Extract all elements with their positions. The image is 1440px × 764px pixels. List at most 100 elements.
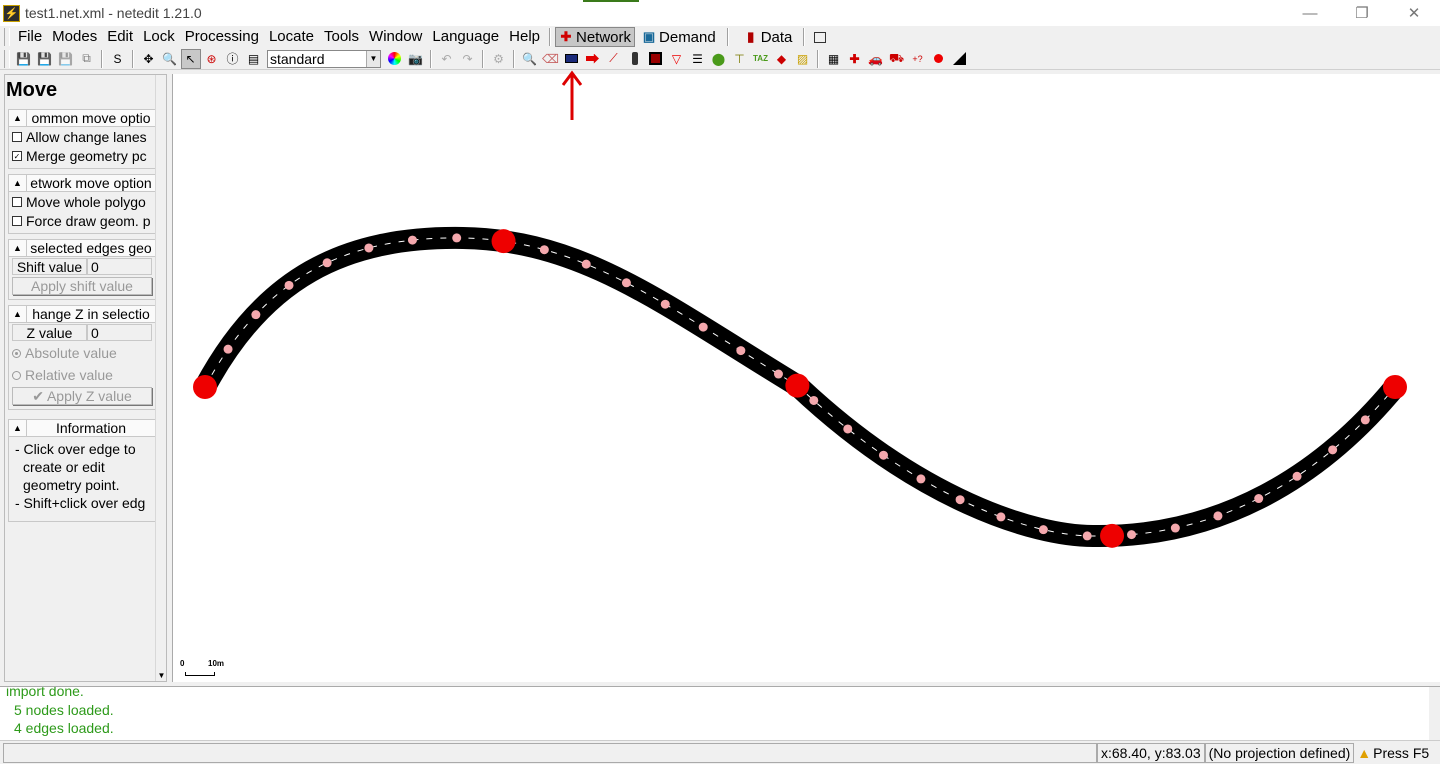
geometry-point[interactable] xyxy=(773,369,783,379)
menu-locate[interactable]: Locate xyxy=(264,27,319,47)
relative-value-radio[interactable]: Relative value xyxy=(9,364,155,386)
geometry-point[interactable] xyxy=(1254,494,1264,504)
menu-processing[interactable]: Processing xyxy=(180,27,264,47)
restore-button[interactable]: ❐ xyxy=(1336,0,1388,26)
geometry-point[interactable] xyxy=(581,259,591,269)
screenshot-icon[interactable]: 📷 xyxy=(406,49,426,69)
junction-node[interactable] xyxy=(1100,523,1125,548)
connection-icon[interactable] xyxy=(646,49,666,69)
geometry-point[interactable] xyxy=(1213,511,1223,521)
force-draw-geometry-checkbox[interactable]: Force draw geom. p xyxy=(9,211,155,230)
create-edge-icon[interactable]: ⟋ xyxy=(604,49,624,69)
message-scrollbar[interactable] xyxy=(1429,687,1440,740)
absolute-value-radio[interactable]: Absolute value xyxy=(9,342,155,364)
wire-icon[interactable]: ⊤ xyxy=(730,49,750,69)
geometry-point[interactable] xyxy=(878,450,888,460)
geometry-point[interactable] xyxy=(809,395,819,405)
grid-icon[interactable]: ▦ xyxy=(824,49,844,69)
menu-modes[interactable]: Modes xyxy=(47,27,102,47)
taz-icon[interactable]: TAZ xyxy=(751,49,771,69)
geometry-point[interactable] xyxy=(1360,415,1370,425)
menu-lock[interactable]: Lock xyxy=(138,27,180,47)
move-whole-polygon-checkbox[interactable]: Move whole polygo xyxy=(9,192,155,211)
geometry-point[interactable] xyxy=(660,299,670,309)
point-icon[interactable] xyxy=(929,49,949,69)
toggle-window-icon[interactable] xyxy=(810,27,830,47)
allow-change-lanes-checkbox[interactable]: Allow change lanes xyxy=(9,127,155,146)
grid-lock-icon[interactable]: ⚙ xyxy=(489,49,509,69)
geometry-point[interactable] xyxy=(916,474,926,484)
junction-node[interactable] xyxy=(1383,375,1407,399)
save-network-icon[interactable]: 💾 xyxy=(14,49,34,69)
geometry-point[interactable] xyxy=(223,344,233,354)
geometry-point[interactable] xyxy=(452,233,462,243)
save-as-icon[interactable]: 💾 xyxy=(56,49,76,69)
toolbar-grip[interactable] xyxy=(4,28,10,46)
collapse-toggle-icon[interactable]: ▲ xyxy=(9,240,27,256)
apply-z-button[interactable]: ✔ Apply Z value xyxy=(12,387,152,405)
select-cursor-icon[interactable]: ↖ xyxy=(180,48,201,69)
merge-geometry-checkbox[interactable]: ✓ Merge geometry pc xyxy=(9,146,155,165)
press-f5-status[interactable]: ▲ Press F5 xyxy=(1354,743,1432,763)
vehicle-icon[interactable]: 🚗 xyxy=(866,49,886,69)
network-canvas[interactable]: 0 10m xyxy=(172,74,1440,682)
geometry-point[interactable] xyxy=(251,310,261,320)
additional-icon[interactable]: ⬤ xyxy=(709,49,729,69)
zoom-icon[interactable]: 🔍 xyxy=(160,49,180,69)
apply-shift-button[interactable]: Apply shift value xyxy=(12,277,152,295)
scheme-select[interactable]: standard ▼ xyxy=(267,49,381,68)
info-icon[interactable]: ⓘ xyxy=(223,49,243,69)
decal-icon[interactable]: ▨ xyxy=(793,49,813,69)
redo-icon[interactable]: ↷ xyxy=(458,49,478,69)
lane-change-icon[interactable]: +? xyxy=(908,49,928,69)
geometry-point[interactable] xyxy=(1127,530,1137,540)
menu-help[interactable]: Help xyxy=(504,27,545,47)
junction-node[interactable] xyxy=(193,375,217,399)
geometry-point[interactable] xyxy=(1170,523,1180,533)
shape-icon[interactable]: ◆ xyxy=(772,49,792,69)
supermode-network-button[interactable]: ✚ Network xyxy=(555,27,636,47)
supermode-data-button[interactable]: ▮ Data xyxy=(741,27,796,47)
geometry-point[interactable] xyxy=(1292,471,1302,481)
geometry-point[interactable] xyxy=(955,495,965,505)
menu-edit[interactable]: Edit xyxy=(102,27,138,47)
geometry-point[interactable] xyxy=(843,424,853,434)
shift-value-input[interactable]: 0 xyxy=(87,258,152,275)
collapse-toggle-icon[interactable]: ▲ xyxy=(9,110,27,126)
menu-language[interactable]: Language xyxy=(427,27,504,47)
s-button[interactable]: S xyxy=(108,49,128,69)
collapse-toggle-icon[interactable]: ▲ xyxy=(9,420,27,436)
select-mode-icon[interactable] xyxy=(562,49,582,69)
menu-window[interactable]: Window xyxy=(364,27,427,47)
z-value-input[interactable]: 0 xyxy=(87,324,152,341)
geometry-point[interactable] xyxy=(364,243,374,253)
move-mode-icon[interactable] xyxy=(583,49,603,69)
supermode-demand-button[interactable]: ▣ Demand xyxy=(639,27,719,47)
junctions[interactable] xyxy=(193,229,1407,548)
collapse-toggle-icon[interactable]: ▲ xyxy=(9,175,27,191)
minimize-button[interactable]: — xyxy=(1284,0,1336,26)
save-all-icon[interactable]: 💾 xyxy=(35,49,55,69)
geometry-point[interactable] xyxy=(1082,531,1092,541)
locate-icon[interactable]: ⊛ xyxy=(202,49,222,69)
geometry-point[interactable] xyxy=(322,258,332,268)
scroll-down-icon[interactable]: ▼ xyxy=(156,669,166,681)
toolbar-grip[interactable] xyxy=(4,49,10,68)
junction-shape-icon[interactable]: ✚ xyxy=(845,49,865,69)
geometry-point[interactable] xyxy=(1328,445,1338,455)
menu-file[interactable]: File xyxy=(13,27,47,47)
close-button[interactable]: ✕ xyxy=(1388,0,1440,26)
geometry-point[interactable] xyxy=(407,235,417,245)
undo-icon[interactable]: ↶ xyxy=(437,49,457,69)
color-wheel-icon[interactable] xyxy=(385,49,405,69)
prohibition-icon[interactable]: ▽ xyxy=(667,49,687,69)
view-settings-icon[interactable]: ▤ xyxy=(244,49,264,69)
geometry-point[interactable] xyxy=(621,278,631,288)
junction-node[interactable] xyxy=(785,373,810,398)
menu-tools[interactable]: Tools xyxy=(319,27,364,47)
elevation-icon[interactable] xyxy=(950,49,970,69)
junction-node[interactable] xyxy=(491,229,516,254)
left-panel-scrollbar[interactable]: ▼ xyxy=(155,75,166,681)
geometry-point[interactable] xyxy=(736,346,746,356)
move-view-icon[interactable]: ✥ xyxy=(139,49,159,69)
